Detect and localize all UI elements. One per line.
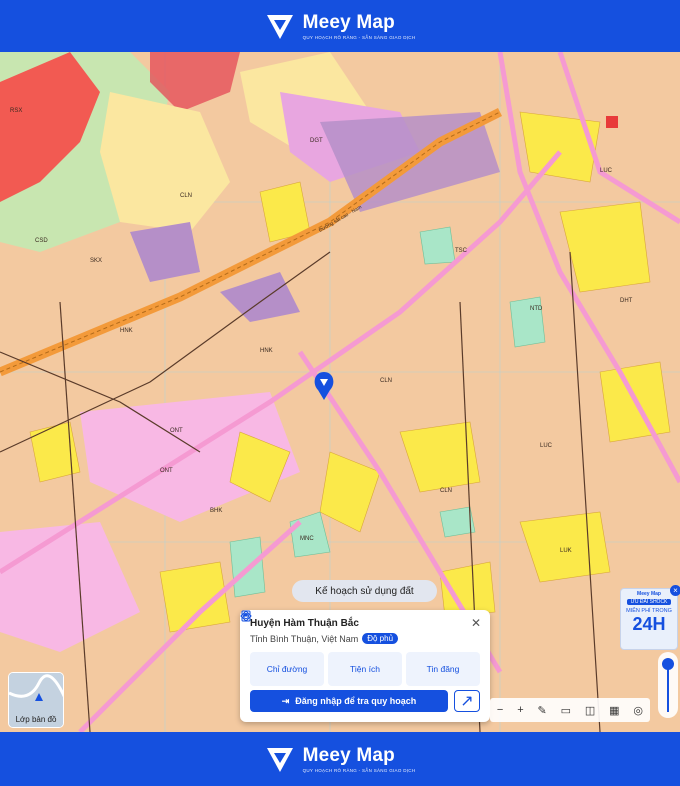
map-layer-label: Lớp bản đồ — [15, 715, 57, 724]
brand-title: Meey Map — [302, 11, 395, 33]
brand: Meey Map QUY HOẠCH RÕ RÀNG - SẴN SÀNG GI… — [302, 11, 416, 40]
login-icon: ⇥ — [281, 695, 290, 706]
district-name: Huyện Hàm Thuận Bắc — [250, 618, 359, 629]
zone-label: LUK — [560, 548, 572, 554]
zone-label: CLN — [380, 378, 392, 384]
panel-actions: Chỉ đường Tiện ích Tin đăng — [240, 610, 480, 686]
login-to-view-plan-button[interactable]: ⇥ Đăng nhập để tra quy hoạch — [250, 690, 448, 712]
zone-label: CLN — [440, 488, 452, 494]
login-label: Đăng nhập để tra quy hoạch — [295, 696, 417, 706]
amenities-label: Tiện ích — [350, 664, 380, 674]
zone-label: HNK — [120, 328, 133, 334]
close-icon[interactable]: ✕ — [471, 616, 481, 630]
listings-button[interactable]: Tin đăng — [241, 610, 480, 686]
amenities-button[interactable]: Tiện ích — [240, 610, 402, 686]
layers-icon[interactable]: ▭ — [561, 704, 571, 717]
slider-knob[interactable] — [662, 658, 674, 670]
promo-banner[interactable]: Meey Map ƯU ĐÃI SHOCK MIỄN PHÍ TRONG 24H… — [620, 585, 680, 650]
zone-label: MNC — [300, 536, 314, 542]
zone-label: NTD — [530, 306, 543, 312]
coverage-badge[interactable]: Độ phủ — [362, 633, 399, 644]
zone-label: CSD — [35, 238, 48, 244]
zoom-in-icon[interactable]: + — [517, 704, 523, 716]
zone-label: LUC — [540, 443, 553, 449]
brand-tagline: QUY HOẠCH RÕ RÀNG - SẴN SÀNG GIAO DỊCH — [302, 767, 416, 773]
land-use-plan-tag[interactable]: Kế hoạch sử dụng đất — [292, 580, 437, 602]
promo-brand: Meey Map — [637, 591, 661, 597]
login-row: ⇥ Đăng nhập để tra quy hoạch ↗ — [250, 690, 480, 712]
app-header: Meey Map QUY HOẠCH RÕ RÀNG - SẴN SÀNG GI… — [0, 0, 680, 52]
map-layer-button[interactable]: Lớp bản đồ — [8, 672, 64, 728]
listings-icon — [241, 610, 251, 622]
zone-label: SKX — [90, 258, 102, 264]
split-view-icon[interactable]: ◫ — [585, 704, 595, 717]
meey-logo-icon — [266, 15, 293, 39]
close-icon[interactable]: × — [670, 585, 680, 596]
share-icon: ↗ — [460, 693, 474, 710]
app-footer: Meey Map QUY HOẠCH RÕ RÀNG - SẴN SÀNG GI… — [0, 732, 680, 786]
zone-label: TSC — [455, 248, 468, 254]
zone-label: BHK — [210, 508, 222, 514]
location-info-panel: Huyện Hàm Thuận Bắc Tỉnh Bình Thuận, Việ… — [240, 610, 490, 722]
zone-label: HNK — [260, 348, 273, 354]
promo-pill: ƯU ĐÃI SHOCK — [627, 599, 671, 605]
directions-button[interactable]: Chỉ đường — [240, 610, 324, 686]
listings-label: Tin đăng — [426, 664, 460, 674]
zone-label: CLN — [180, 193, 192, 199]
meey-logo-icon — [266, 748, 293, 772]
zoom-out-icon[interactable]: − — [497, 704, 503, 716]
brand-title: Meey Map — [302, 744, 395, 766]
zone-label: DHT — [620, 298, 633, 304]
province-name: Tỉnh Bình Thuận, Việt Nam — [250, 633, 359, 644]
zone-label: ONT — [160, 468, 173, 474]
brand-tagline: QUY HOẠCH RÕ RÀNG - SẴN SÀNG GIAO DỊCH — [302, 34, 416, 40]
opacity-slider[interactable] — [658, 652, 678, 718]
location-subtitle: Tỉnh Bình Thuận, Việt Nam Độ phủ — [250, 633, 480, 644]
draw-icon[interactable]: ✎ — [538, 704, 547, 717]
brand: Meey Map QUY HOẠCH RÕ RÀNG - SẴN SÀNG GI… — [302, 744, 416, 773]
measure-icon[interactable]: ▦ — [609, 704, 619, 717]
promo-highlight: 24H — [632, 614, 666, 634]
zone-label: RSX — [10, 108, 22, 114]
share-button[interactable]: ↗ — [454, 690, 480, 712]
directions-label: Chỉ đường — [266, 664, 308, 674]
zone-label: LUC — [600, 168, 613, 174]
zone-label: ONT — [170, 428, 183, 434]
locate-icon[interactable]: ◎ — [633, 704, 643, 717]
zone-label: DGT — [310, 138, 323, 144]
map-view[interactable]: CLN HNK LUC ONT NTD MNC BHK DGT SKX TSC … — [0, 52, 680, 732]
map-toolbar: − + ✎ ▭ ◫ ▦ ◎ — [490, 698, 650, 722]
